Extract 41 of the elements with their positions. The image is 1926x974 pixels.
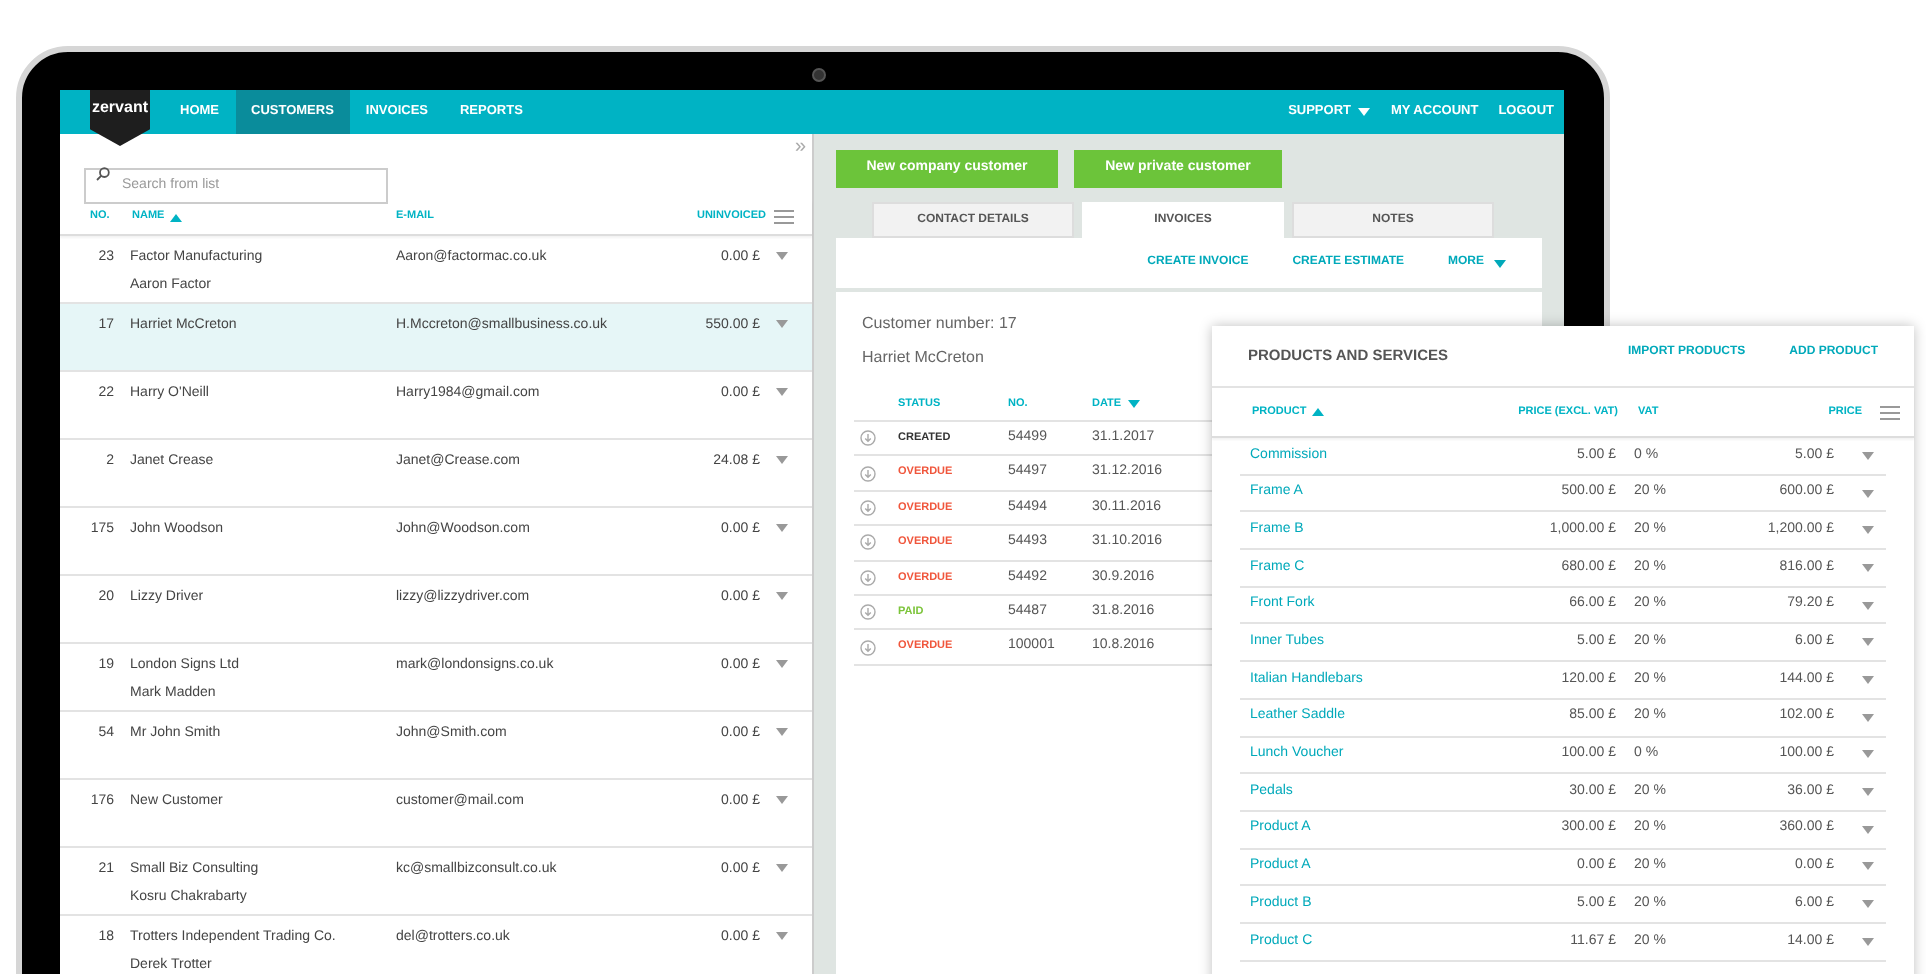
caret-icon[interactable]: [776, 864, 788, 872]
caret-icon[interactable]: [1862, 713, 1874, 722]
caret-icon[interactable]: [776, 456, 788, 464]
search-icon: [96, 167, 110, 181]
caret-icon[interactable]: [776, 592, 788, 600]
caret-icon[interactable]: [776, 796, 788, 804]
caret-icon[interactable]: [1862, 862, 1874, 871]
caret-icon[interactable]: [1862, 900, 1874, 909]
caret-icon[interactable]: [1862, 601, 1874, 610]
download-icon[interactable]: [860, 604, 876, 621]
caret-icon[interactable]: [1862, 675, 1874, 684]
caret-icon[interactable]: [776, 660, 788, 668]
caret-icon[interactable]: [1862, 451, 1874, 460]
customer-name-text: Harriet McCreton: [862, 346, 984, 370]
download-icon[interactable]: [860, 430, 876, 447]
caret-icon[interactable]: [776, 320, 788, 328]
collapse-icon[interactable]: »: [794, 138, 806, 158]
caret-icon[interactable]: [1862, 750, 1874, 759]
caret-icon[interactable]: [1862, 788, 1874, 797]
caret-icon[interactable]: [1862, 638, 1874, 647]
download-icon[interactable]: [860, 499, 876, 516]
caret-icon[interactable]: [1358, 108, 1371, 116]
caret-icon[interactable]: [776, 388, 788, 396]
caret-icon[interactable]: [776, 252, 788, 260]
download-icon[interactable]: [860, 569, 876, 586]
caret-icon[interactable]: [776, 932, 788, 940]
caret-icon[interactable]: [1862, 563, 1874, 572]
menu-icon[interactable]: [774, 210, 794, 224]
download-icon[interactable]: [860, 534, 876, 551]
caret-icon[interactable]: [1862, 937, 1874, 946]
caret-icon[interactable]: [776, 524, 788, 532]
camera-icon: [812, 68, 826, 82]
caret-icon[interactable]: [1862, 825, 1874, 834]
menu-icon[interactable]: [1880, 405, 1900, 419]
caret-icon[interactable]: [1862, 489, 1874, 498]
caret-icon[interactable]: [776, 728, 788, 736]
caret-icon[interactable]: [1494, 259, 1506, 267]
download-icon[interactable]: [860, 465, 876, 482]
customer-number-text: Customer number: 17: [862, 312, 1017, 336]
caret-icon[interactable]: [1862, 526, 1874, 535]
download-icon[interactable]: [860, 639, 876, 656]
